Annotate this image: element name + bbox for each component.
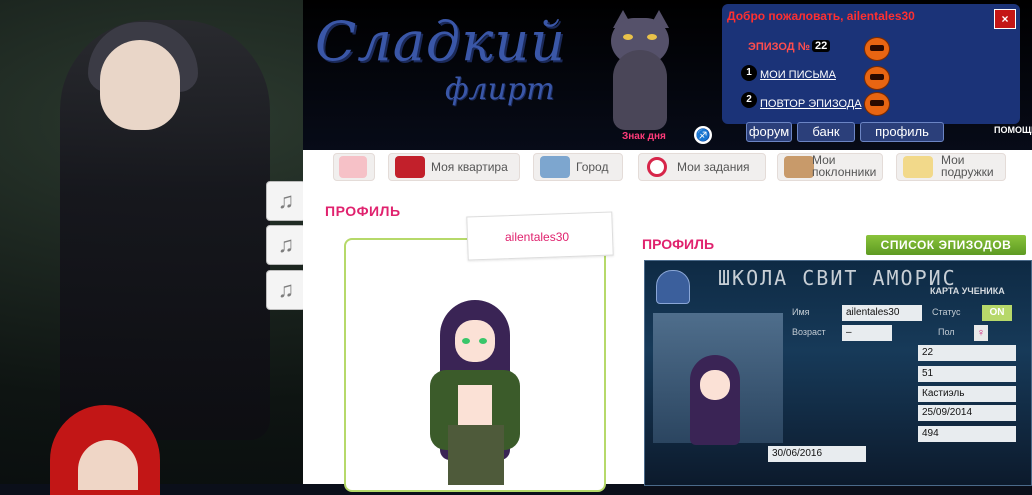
name-field: ailentales30 — [842, 305, 922, 321]
cat-eye — [647, 34, 657, 40]
cat-mascot — [605, 10, 675, 130]
music-note-icon[interactable]: ♫ — [266, 181, 306, 221]
music-note-icon[interactable]: ♫ — [266, 225, 306, 265]
profile-button[interactable]: профиль — [860, 122, 944, 142]
character-face — [100, 40, 180, 130]
logo-main-text: Сладкий — [315, 10, 566, 73]
notification-count: 2 — [741, 92, 757, 108]
nav-label: Город — [576, 160, 609, 174]
name-label: Имя — [792, 307, 810, 317]
username-label: ailentales30 — [505, 230, 570, 244]
age-field: – — [842, 325, 892, 341]
welcome-title: Добро пожаловать, ailentales30 — [727, 9, 915, 23]
episode-label: ЭПИЗОД № — [748, 41, 810, 53]
nav-my-friends[interactable]: Мои подружки — [896, 153, 1006, 181]
sofa-icon — [395, 156, 425, 178]
music-note-icon[interactable]: ♫ — [266, 270, 306, 310]
zodiac-icon[interactable]: ♐ — [694, 126, 712, 144]
cat-body — [613, 50, 667, 130]
cat-eye — [623, 34, 633, 40]
logo-sub-text: флирт — [445, 72, 555, 107]
status-badge: ON — [982, 305, 1012, 321]
nav-label: Моя квартира — [431, 160, 508, 174]
close-button[interactable]: × — [994, 9, 1016, 29]
nav-my-admirers[interactable]: Мои поклонники — [777, 153, 883, 181]
gender-label: Пол — [938, 327, 955, 337]
girl-icon — [903, 156, 933, 178]
card-subtitle: КАРТА УЧЕНИКА — [930, 286, 1005, 296]
bank-button[interactable]: банк — [797, 122, 855, 142]
nav-home[interactable] — [333, 153, 375, 181]
sign-of-day-label[interactable]: Знак дня — [622, 131, 666, 142]
avatar-face — [455, 320, 495, 362]
nav-my-apartment[interactable]: Моя квартира — [388, 153, 520, 181]
nav-label: поклонники — [812, 165, 877, 179]
gender-icon: ♀ — [974, 325, 988, 341]
nav-city[interactable]: Город — [533, 153, 623, 181]
home-icon — [339, 156, 367, 178]
nav-label: подружки — [941, 165, 994, 179]
card-field: 22 — [918, 345, 1016, 361]
pumpkin-icon — [864, 66, 890, 90]
card-title: ШКОЛА СВИТ АМОРИС — [718, 266, 957, 290]
my-letters-link[interactable]: МОИ ПИСЬМА — [760, 69, 836, 81]
status-label: Статус — [932, 307, 961, 317]
episodes-list-button[interactable]: СПИСОК ЭПИЗОДОВ — [866, 235, 1026, 255]
boy-icon — [784, 156, 814, 178]
avatar-eye — [479, 338, 487, 344]
cupcake-icon — [656, 270, 690, 304]
pumpkin-icon — [864, 92, 890, 116]
target-icon — [647, 157, 667, 177]
notification-count: 1 — [741, 65, 757, 81]
forum-button[interactable]: форум — [746, 122, 792, 142]
avatar-body — [458, 385, 492, 425]
city-icon — [540, 156, 570, 178]
logo[interactable]: Сладкий флирт — [315, 10, 575, 120]
avatar-eye — [462, 338, 470, 344]
card-photo-hair — [690, 355, 740, 445]
card-field: Кастиэль — [918, 386, 1016, 402]
page-title: ПРОФИЛЬ — [325, 203, 401, 219]
age-label: Возраст — [792, 327, 826, 337]
card-photo-face — [700, 370, 730, 400]
nav-my-tasks[interactable]: Мои задания — [638, 153, 766, 181]
replay-episode-link[interactable]: ПОВТОР ЭПИЗОДА — [760, 98, 862, 110]
section-title: ПРОФИЛЬ — [642, 236, 715, 252]
episode-number: 22 — [812, 40, 831, 52]
nav-label: Мои задания — [677, 160, 750, 174]
card-date-field: 30/06/2016 — [768, 446, 866, 462]
help-link[interactable]: ПОМОЩЬ — [994, 125, 1032, 135]
card-field: 51 — [918, 366, 1016, 382]
card-field: 494 — [918, 426, 1016, 442]
pumpkin-icon — [864, 37, 890, 61]
card-field: 25/09/2014 — [918, 405, 1016, 421]
avatar-pants — [448, 425, 504, 485]
